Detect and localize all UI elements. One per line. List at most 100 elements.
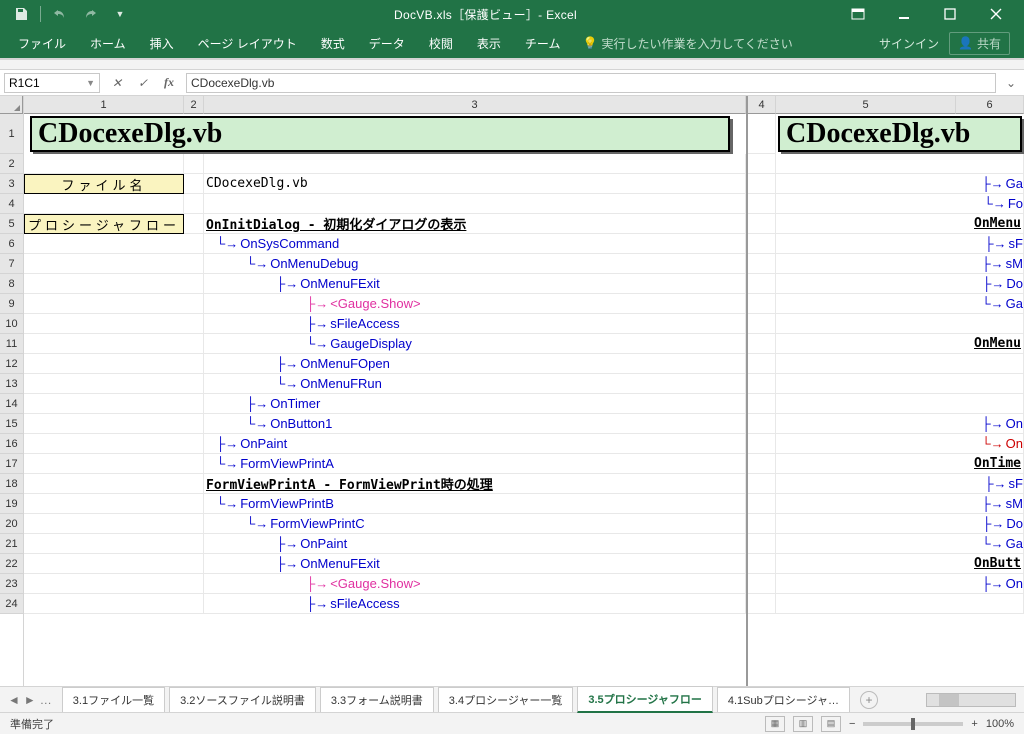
sheet-tab[interactable]: 3.4プロシージャー一覧 [438, 687, 574, 712]
cell[interactable] [748, 114, 776, 154]
col-head[interactable]: 4 [748, 96, 776, 114]
cell[interactable] [748, 274, 776, 294]
cell[interactable] [748, 194, 776, 214]
row-head[interactable]: 8 [0, 274, 23, 294]
cell[interactable] [184, 214, 204, 234]
tell-me[interactable]: 💡 実行したい作業を入力してください [582, 35, 792, 52]
row-head[interactable]: 17 [0, 454, 23, 474]
cell[interactable] [748, 354, 776, 374]
cell[interactable] [748, 294, 776, 314]
view-pagebreak-icon[interactable]: ▤ [821, 716, 841, 732]
cell[interactable] [748, 494, 776, 514]
scroll-thumb[interactable] [939, 694, 959, 706]
sheet-nav-more-icon[interactable]: … [40, 693, 52, 707]
cell[interactable] [24, 234, 204, 254]
zoom-out-icon[interactable]: − [849, 718, 855, 730]
cell[interactable] [24, 334, 204, 354]
cell[interactable] [24, 434, 204, 454]
formula-expand-icon[interactable]: ⌄ [1002, 76, 1020, 90]
fx-icon[interactable]: fx [158, 73, 180, 93]
col-head[interactable]: 2 [184, 96, 204, 114]
undo-icon[interactable] [49, 3, 71, 25]
cell[interactable] [748, 574, 776, 594]
col-head[interactable]: 1 [24, 96, 184, 114]
col-head[interactable]: 3 [204, 96, 746, 114]
tab-view[interactable]: 表示 [465, 29, 513, 58]
cell[interactable] [748, 554, 776, 574]
cell[interactable] [204, 154, 746, 174]
minimize-icon[interactable] [886, 2, 922, 26]
row-head[interactable]: 1 [0, 114, 23, 154]
sheet-nav-prev-icon[interactable]: ► [24, 693, 36, 707]
sheet-tab[interactable]: 3.3フォーム説明書 [320, 687, 434, 712]
cell[interactable] [24, 354, 204, 374]
cell[interactable] [748, 374, 776, 394]
view-normal-icon[interactable]: ▦ [765, 716, 785, 732]
cell[interactable] [748, 394, 776, 414]
name-box[interactable]: R1C1 ▼ [4, 73, 100, 93]
cell[interactable] [24, 554, 204, 574]
cell[interactable] [24, 394, 204, 414]
view-pagelayout-icon[interactable]: ▥ [793, 716, 813, 732]
cell[interactable] [776, 354, 1024, 374]
cell[interactable] [24, 454, 204, 474]
cell[interactable] [204, 194, 746, 214]
row-head[interactable]: 21 [0, 534, 23, 554]
tab-pagelayout[interactable]: ページ レイアウト [186, 29, 309, 58]
row-head[interactable]: 3 [0, 174, 23, 194]
maximize-icon[interactable] [932, 2, 968, 26]
zoom-slider[interactable] [863, 722, 963, 726]
row-head[interactable]: 15 [0, 414, 23, 434]
row-head[interactable]: 23 [0, 574, 23, 594]
cell[interactable] [24, 414, 204, 434]
cell[interactable] [748, 534, 776, 554]
cell[interactable] [24, 154, 184, 174]
cell[interactable] [748, 154, 776, 174]
sheet-tab-active[interactable]: 3.5プロシージャフロー [577, 686, 713, 713]
sheet-tab[interactable]: 3.2ソースファイル説明書 [169, 687, 316, 712]
sheet-tab[interactable]: 3.1ファイル一覧 [62, 687, 165, 712]
cell[interactable] [24, 294, 204, 314]
col-head[interactable]: 5 [776, 96, 956, 114]
row-head[interactable]: 9 [0, 294, 23, 314]
row-head[interactable]: 24 [0, 594, 23, 614]
cell[interactable] [748, 474, 776, 494]
cell[interactable] [24, 254, 204, 274]
formula-bar[interactable]: CDocexeDlg.vb [186, 73, 996, 93]
row-head[interactable]: 6 [0, 234, 23, 254]
col-head[interactable]: 6 [956, 96, 1024, 114]
zoom-thumb[interactable] [911, 718, 915, 730]
row-head[interactable]: 2 [0, 154, 23, 174]
redo-icon[interactable] [79, 3, 101, 25]
tab-formulas[interactable]: 数式 [309, 29, 357, 58]
select-all-corner[interactable] [0, 96, 23, 114]
close-icon[interactable] [978, 2, 1014, 26]
tab-review[interactable]: 校閲 [417, 29, 465, 58]
sheet-tab[interactable]: 4.1Subプロシージャ… [717, 687, 850, 712]
row-head[interactable]: 5 [0, 214, 23, 234]
cell[interactable] [24, 194, 184, 214]
cell[interactable] [24, 534, 204, 554]
enter-formula-icon[interactable]: ✓ [132, 73, 154, 93]
cell[interactable] [748, 594, 776, 614]
cell[interactable] [748, 214, 776, 234]
cell[interactable] [748, 434, 776, 454]
horizontal-scrollbar[interactable] [926, 693, 1016, 707]
row-head[interactable]: 12 [0, 354, 23, 374]
cell[interactable] [24, 314, 204, 334]
cell[interactable] [776, 394, 1024, 414]
cell[interactable] [748, 414, 776, 434]
add-sheet-icon[interactable]: + [860, 691, 878, 709]
cell[interactable] [24, 274, 204, 294]
cell[interactable] [24, 574, 204, 594]
cell[interactable] [748, 314, 776, 334]
cell[interactable] [748, 254, 776, 274]
zoom-in-icon[interactable]: + [971, 718, 977, 730]
row-head[interactable]: 16 [0, 434, 23, 454]
tab-data[interactable]: データ [357, 29, 417, 58]
sheet-nav-first-icon[interactable]: ◄ [8, 693, 20, 707]
cancel-formula-icon[interactable]: ✕ [106, 73, 128, 93]
cell[interactable] [776, 594, 1024, 614]
zoom-value[interactable]: 100% [986, 718, 1014, 730]
signin-link[interactable]: サインイン [879, 35, 939, 52]
